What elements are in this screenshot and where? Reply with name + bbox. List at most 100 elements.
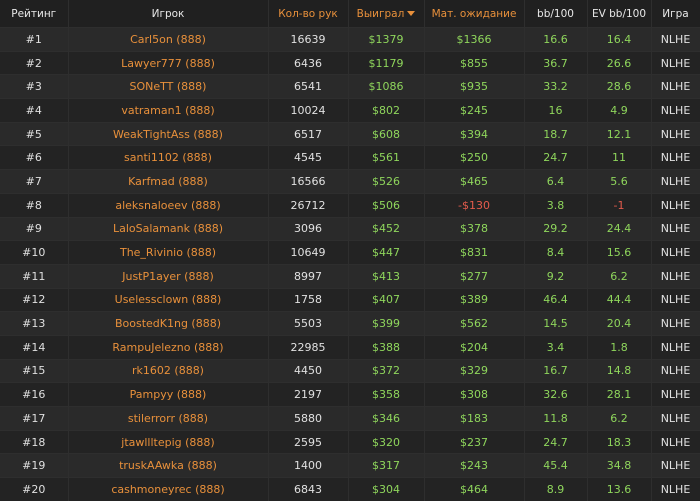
- leaderboard-table: Рейтинг Игрок Кол-во рук Выиграл Мат. ож…: [0, 0, 700, 501]
- game-cell: NLHE: [651, 429, 700, 454]
- game-cell: NLHE: [651, 406, 700, 431]
- hands-cell: 6436: [268, 50, 349, 75]
- game-cell: NLHE: [651, 50, 700, 75]
- ev-bb100-cell: 16.4: [587, 27, 652, 52]
- player-link[interactable]: Uselessclown (888): [68, 287, 269, 312]
- player-link[interactable]: WeakTightAss (888): [68, 121, 269, 146]
- ev-cell: $308: [424, 382, 525, 407]
- rank-cell: #14: [0, 334, 69, 360]
- bb100-cell: 16.7: [524, 358, 588, 383]
- won-cell: $346: [348, 406, 425, 431]
- table-row: #1 Carl5on (888) 16639 $1379 $1366 16.6 16.4 NL…: [0, 27, 700, 52]
- table-row: #8 aleksnaloeev (888) 26712 $506 -$130 3.8 -1 N…: [0, 192, 700, 217]
- rank-cell: #3: [0, 74, 69, 99]
- ev-cell: $1366: [424, 27, 525, 52]
- won-cell: $447: [348, 240, 425, 265]
- ev-cell: $389: [424, 287, 525, 312]
- table-row: #15 rk1602 (888) 4450 $372 $329 16.7 14.8 NLHE: [0, 358, 700, 383]
- player-link[interactable]: stilerrorr (888): [68, 406, 269, 431]
- rank-cell: #13: [0, 311, 69, 336]
- game-cell: NLHE: [651, 121, 700, 146]
- game-cell: NLHE: [651, 358, 700, 383]
- bb100-cell: 18.7: [524, 121, 588, 146]
- player-link[interactable]: santi1102 (888): [68, 145, 269, 170]
- ev-bb100-cell: 11: [587, 145, 652, 170]
- won-cell: $320: [348, 429, 425, 454]
- player-link[interactable]: Karfmad (888): [68, 169, 269, 194]
- game-cell: NLHE: [651, 169, 700, 194]
- rank-cell: #7: [0, 169, 69, 194]
- hands-cell: 26712: [268, 192, 349, 217]
- ev-bb100-cell: 28.6: [587, 74, 652, 99]
- won-cell: $317: [348, 453, 425, 478]
- rank-cell: #5: [0, 121, 69, 146]
- bb100-cell: 8.9: [524, 477, 588, 501]
- hands-cell: 6541: [268, 74, 349, 99]
- bb100-cell: 3.8: [524, 192, 588, 217]
- player-link[interactable]: aleksnaloeev (888): [68, 192, 269, 217]
- rank-cell: #4: [0, 98, 69, 123]
- bb100-cell: 32.6: [524, 382, 588, 407]
- table-row: #6 santi1102 (888) 4545 $561 $250 24.7 11 NLHE: [0, 145, 700, 170]
- won-cell: $561: [348, 145, 425, 170]
- header-hands[interactable]: Кол-во рук: [268, 0, 349, 28]
- player-link[interactable]: JustP1ayer (888): [68, 263, 269, 289]
- player-link[interactable]: Pampyy (888): [68, 382, 269, 407]
- hands-cell: 8997: [268, 263, 349, 289]
- game-cell: NLHE: [651, 240, 700, 265]
- player-link[interactable]: The_Rivinio (888): [68, 240, 269, 265]
- player-link[interactable]: LaloSalamank (888): [68, 216, 269, 241]
- won-cell: $452: [348, 216, 425, 241]
- sort-desc-icon: [407, 11, 416, 16]
- player-link[interactable]: Lawyer777 (888): [68, 50, 269, 75]
- ev-bb100-cell: 44.4: [587, 287, 652, 312]
- ev-cell: $464: [424, 477, 525, 501]
- ev-cell: $394: [424, 121, 525, 146]
- player-link[interactable]: SONeTT (888): [68, 74, 269, 99]
- player-link[interactable]: BoostedK1ng (888): [68, 311, 269, 336]
- table-row: #9 LaloSalamank (888) 3096 $452 $378 29.2 24.4…: [0, 216, 700, 241]
- bb100-cell: 9.2: [524, 263, 588, 289]
- ev-cell: $237: [424, 429, 525, 454]
- player-link[interactable]: truskAAwka (888): [68, 453, 269, 478]
- rank-cell: #16: [0, 382, 69, 407]
- won-cell: $1086: [348, 74, 425, 99]
- ev-bb100-cell: 26.6: [587, 50, 652, 75]
- rank-cell: #11: [0, 263, 69, 289]
- rank-cell: #15: [0, 358, 69, 383]
- game-cell: NLHE: [651, 216, 700, 241]
- player-link[interactable]: jtawllltepig (888): [68, 429, 269, 454]
- won-cell: $608: [348, 121, 425, 146]
- bb100-cell: 29.2: [524, 216, 588, 241]
- rank-cell: #9: [0, 216, 69, 241]
- rank-cell: #18: [0, 429, 69, 454]
- game-cell: NLHE: [651, 334, 700, 360]
- ev-cell: $329: [424, 358, 525, 383]
- won-cell: $802: [348, 98, 425, 123]
- header-rank: Рейтинг: [0, 0, 69, 28]
- header-ev[interactable]: Мат. ожидание: [424, 0, 525, 28]
- player-link[interactable]: Carl5on (888): [68, 27, 269, 52]
- header-hands-label: Кол-во рук: [278, 7, 338, 20]
- player-link[interactable]: cashmoneyrec (888): [68, 477, 269, 501]
- header-won[interactable]: Выиграл: [348, 0, 425, 28]
- rank-cell: #8: [0, 192, 69, 217]
- ev-bb100-cell: 6.2: [587, 263, 652, 289]
- bb100-cell: 24.7: [524, 145, 588, 170]
- ev-cell: $245: [424, 98, 525, 123]
- player-link[interactable]: RampuJelezno (888): [68, 334, 269, 360]
- ev-cell: $183: [424, 406, 525, 431]
- header-ev-label: Мат. ожидание: [431, 7, 517, 20]
- rank-cell: #19: [0, 453, 69, 478]
- game-cell: NLHE: [651, 263, 700, 289]
- ev-bb100-cell: 4.9: [587, 98, 652, 123]
- ev-bb100-cell: 28.1: [587, 382, 652, 407]
- table-row: #10 The_Rivinio (888) 10649 $447 $831 8.4 15.6…: [0, 240, 700, 265]
- player-link[interactable]: vatraman1 (888): [68, 98, 269, 123]
- player-link[interactable]: rk1602 (888): [68, 358, 269, 383]
- table-row: #13 BoostedK1ng (888) 5503 $399 $562 14.5 20.4…: [0, 311, 700, 336]
- table-row: #17 stilerrorr (888) 5880 $346 $183 11.8 6.2 NL…: [0, 406, 700, 431]
- hands-cell: 2595: [268, 429, 349, 454]
- header-player: Игрок: [68, 0, 269, 28]
- bb100-cell: 33.2: [524, 74, 588, 99]
